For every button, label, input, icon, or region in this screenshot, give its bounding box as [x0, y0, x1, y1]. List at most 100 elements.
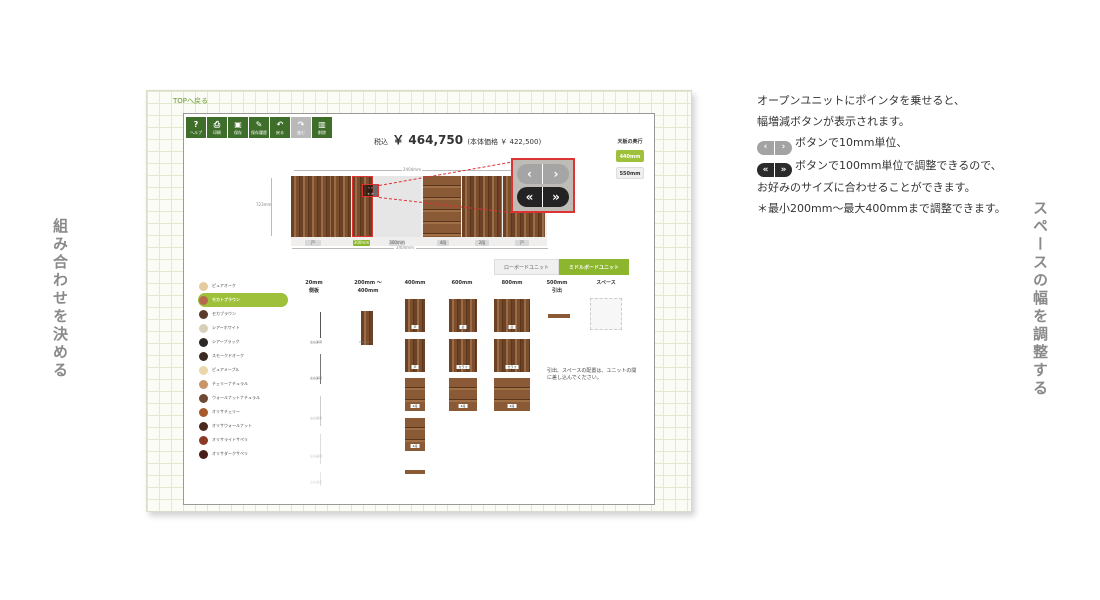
drawer-insert-part[interactable]	[548, 314, 570, 318]
side-panel-label: 左右兼用	[310, 416, 323, 420]
color-option[interactable]: ピュアメープル	[198, 363, 288, 377]
catalog-column-500mm: 500mm 引出	[542, 279, 572, 295]
color-name: オリサダークサペリ	[212, 451, 248, 456]
width-adjust-handle[interactable]: ‹ › « »	[362, 184, 379, 197]
column-size-2: 400mm	[357, 288, 379, 294]
total-width-line	[292, 248, 548, 249]
width-dimension-label: 2404mm	[402, 167, 422, 172]
column-name: 引出	[551, 288, 562, 294]
color-option[interactable]: オリサダークサペリ	[198, 447, 288, 461]
door-part[interactable]: 戸	[405, 339, 425, 372]
tab-middle-board[interactable]: ミドルボードユニット	[559, 259, 630, 275]
print-button[interactable]: ⎙ 印刷	[207, 117, 227, 138]
redo-icon: ↷	[297, 119, 305, 129]
save-history-button[interactable]: ✎ 保存履歴	[249, 117, 269, 138]
catalog-column-800mm: 800mm	[492, 279, 532, 287]
width-buttons-zoom: ‹ › « »	[511, 158, 575, 213]
color-option[interactable]: ウォールナットナチュラル	[198, 391, 288, 405]
unit-tag: 戸	[515, 240, 529, 246]
glass-door-part[interactable]: ガラス	[494, 339, 530, 372]
color-option[interactable]: チェリーナチュラル	[198, 377, 288, 391]
depth-option-550[interactable]: 550mm	[616, 167, 644, 179]
decrease-10mm-button[interactable]: ‹	[517, 164, 543, 184]
catalog-column-200-400mm: 200mm ～ 400mm	[348, 279, 388, 295]
trash-icon: ▥	[318, 119, 326, 129]
color-swatch	[199, 379, 208, 389]
glass-door-part[interactable]: ガラス	[449, 339, 477, 372]
door-part[interactable]: 戸	[405, 299, 425, 332]
side-panel-part[interactable]	[320, 312, 321, 338]
color-option[interactable]: ピュアオーク	[198, 279, 288, 293]
color-name: セカブラウン	[212, 311, 236, 316]
color-option[interactable]: オリサウォールナット	[198, 419, 288, 433]
color-option[interactable]: セカブラウン	[198, 307, 288, 321]
printer-icon: ⎙	[213, 119, 221, 129]
color-name: オリサチェリー	[212, 409, 240, 414]
depth-title: 天板の奥行	[617, 139, 643, 145]
drawer-part-partial[interactable]	[405, 470, 425, 474]
step-100mm-buttons: « »	[517, 187, 569, 207]
column-size: 200mm ～	[354, 280, 382, 286]
color-swatch	[199, 393, 208, 403]
color-list: ピュアオーク モカトブラウンセカブラウンシアーホワイトシアーブラック スモークドオー…	[198, 279, 288, 461]
increase-10mm-button[interactable]: ›	[543, 164, 569, 184]
color-swatch	[199, 435, 208, 445]
door-part[interactable]: 扉	[494, 299, 530, 332]
color-option[interactable]: シアーブラック	[198, 335, 288, 349]
undo-icon: ↶	[276, 119, 284, 129]
step-10mm-buttons: ‹ ›	[517, 164, 569, 184]
open-unit-tag: 300mm	[389, 240, 405, 246]
small-step-buttons-icon: ‹ ›	[757, 140, 792, 155]
drawer-part[interactable]: 4段	[494, 378, 530, 411]
column-size: 800mm	[501, 280, 523, 286]
left-side-label: 組み合わせを決める	[51, 218, 69, 380]
cabinet-unit[interactable]	[291, 176, 331, 237]
side-panel-part[interactable]	[320, 434, 321, 464]
color-option[interactable]: スモークドオーク	[198, 349, 288, 363]
help-button[interactable]: ? ヘルプ	[186, 117, 206, 138]
explain-line-3: ‹ › ボタンで10mm単位、	[757, 132, 1077, 155]
large-step-buttons-icon: «»	[757, 163, 792, 177]
depth-option-440[interactable]: 440mm	[616, 150, 644, 162]
save-button[interactable]: ▣ 保存	[228, 117, 248, 138]
top-back-link[interactable]: TOPへ戻る	[173, 96, 208, 106]
explain-line-2: 幅増減ボタンが表示されます。	[757, 115, 910, 128]
explain-line-1: オープンユニットにポインタを乗せると、	[757, 94, 965, 107]
side-panel-label: 左右兼用	[310, 480, 323, 484]
color-name: オリサライトサペリ	[212, 437, 248, 442]
color-option[interactable]: オリサチェリー	[198, 405, 288, 419]
color-swatch	[199, 421, 208, 431]
color-swatch	[199, 281, 208, 291]
color-name: ピュアメープル	[212, 367, 240, 372]
side-panel-part[interactable]	[320, 396, 321, 426]
drawer-part[interactable]: 2段	[405, 378, 425, 411]
tab-low-board[interactable]: ローボードユニット	[494, 259, 560, 275]
color-option[interactable]: シアーホワイト	[198, 321, 288, 335]
door-part[interactable]: 扉	[449, 299, 477, 332]
drawer-part[interactable]: 4段	[405, 418, 425, 451]
color-swatch	[199, 365, 208, 375]
save-icon: ▣	[234, 119, 242, 129]
space-part[interactable]	[590, 298, 622, 330]
redo-button[interactable]: ↷ 進む	[291, 117, 311, 138]
decrease-100mm-button[interactable]: «	[517, 187, 543, 207]
explain-line-5: お好みのサイズに合わせることができます。	[757, 181, 976, 194]
height-dimension-label: 723mm	[256, 202, 272, 207]
color-name: シアーブラック	[212, 339, 240, 344]
catalog-column-20mm: 20mm 側板	[300, 279, 328, 295]
color-option[interactable]: モカトブラウン	[198, 293, 288, 307]
large-step-icon: « »	[367, 191, 374, 196]
price-display: 税込 ￥ 464,750 (本体価格 ￥ 422,500)	[374, 131, 541, 148]
color-name: スモークドオーク	[212, 353, 244, 358]
side-panel-label: 左右兼用	[310, 376, 323, 380]
column-size: 20mm	[305, 280, 323, 286]
column-size: 500mm	[546, 280, 568, 286]
cabinet-unit[interactable]	[331, 176, 351, 237]
app-screenshot-frame: TOPへ戻る ? ヘルプ ⎙ 印刷 ▣ 保存 ✎ 保存履歴 ↶ 戻る ↷ 進む ▥ 削除 税込…	[146, 90, 692, 512]
delete-button[interactable]: ▥ 削除	[312, 117, 332, 138]
simulator-window: ? ヘルプ ⎙ 印刷 ▣ 保存 ✎ 保存履歴 ↶ 戻る ↷ 進む ▥ 削除 税込 ￥ 464,…	[183, 113, 655, 505]
drawer-part[interactable]: 4段	[449, 378, 477, 411]
color-option[interactable]: オリサライトサペリ	[198, 433, 288, 447]
increase-100mm-button[interactable]: »	[543, 187, 569, 207]
undo-button[interactable]: ↶ 戻る	[270, 117, 290, 138]
